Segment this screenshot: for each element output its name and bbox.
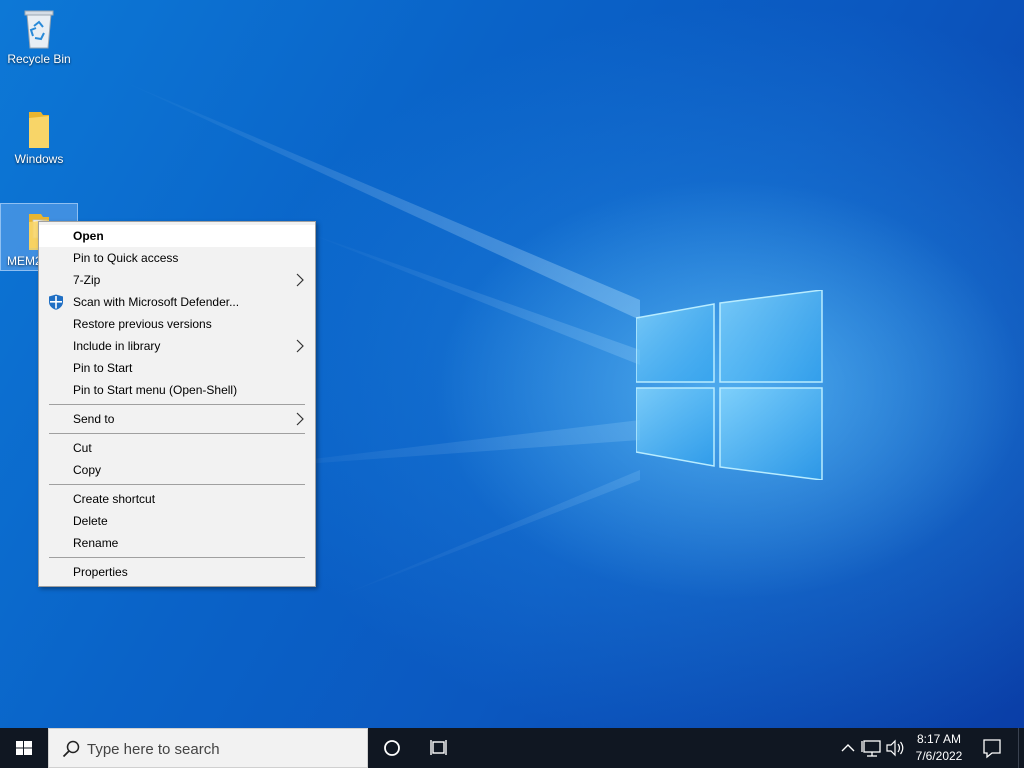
task-view-button[interactable] <box>416 728 462 768</box>
menu-item-label: 7-Zip <box>73 273 101 287</box>
desktop-icon-recycle-bin[interactable]: Recycle Bin <box>1 6 77 66</box>
show-hidden-icons-button[interactable] <box>838 728 858 768</box>
context-menu: Open Pin to Quick access 7-Zip Scan with… <box>38 221 316 587</box>
menu-item-create-shortcut[interactable]: Create shortcut <box>39 488 315 510</box>
network-tray-button[interactable] <box>860 728 884 768</box>
menu-item-label: Rename <box>73 536 119 550</box>
menu-item-copy[interactable]: Copy <box>39 459 315 481</box>
menu-separator <box>49 433 305 434</box>
menu-item-7zip[interactable]: 7-Zip <box>39 269 315 291</box>
chevron-up-icon <box>841 744 855 752</box>
menu-item-label: Cut <box>73 441 92 455</box>
menu-item-label: Pin to Start menu (Open-Shell) <box>73 383 238 397</box>
chevron-right-icon <box>296 273 304 287</box>
show-desktop-button[interactable] <box>1018 728 1024 768</box>
menu-item-label: Restore previous versions <box>73 317 212 331</box>
menu-item-send-to[interactable]: Send to <box>39 408 315 430</box>
menu-item-pin-to-start-open-shell[interactable]: Pin to Start menu (Open-Shell) <box>39 379 315 401</box>
cortana-button[interactable] <box>370 728 416 768</box>
menu-item-label: Scan with Microsoft Defender... <box>73 295 240 309</box>
search-input[interactable] <box>87 737 357 761</box>
menu-item-include-in-library[interactable]: Include in library <box>39 335 315 357</box>
desktop-icon-windows-folder[interactable]: Windows <box>1 106 77 166</box>
menu-item-label: Pin to Quick access <box>73 251 179 265</box>
desktop-icon-label: Recycle Bin <box>7 52 71 66</box>
menu-item-scan-defender[interactable]: Scan with Microsoft Defender... <box>39 291 315 313</box>
menu-item-open[interactable]: Open <box>39 225 315 247</box>
menu-item-restore-previous-versions[interactable]: Restore previous versions <box>39 313 315 335</box>
menu-separator <box>49 404 305 405</box>
taskbar-clock[interactable]: 8:17 AM 7/6/2022 <box>910 728 968 768</box>
chevron-right-icon <box>296 412 304 426</box>
action-center-button[interactable] <box>974 728 1010 768</box>
recycle-bin-icon <box>24 10 54 49</box>
menu-item-label: Copy <box>73 463 102 477</box>
taskbar-search-box[interactable] <box>48 728 368 768</box>
menu-item-label: Include in library <box>73 339 161 353</box>
folder-icon <box>29 112 49 148</box>
desktop[interactable]: Recycle Bin Windows MEM2 Open Pin to Qui… <box>0 0 1024 768</box>
menu-separator <box>49 484 305 485</box>
volume-tray-button[interactable] <box>884 728 906 768</box>
menu-item-label: Open <box>73 229 104 243</box>
menu-item-label: Properties <box>73 565 128 579</box>
menu-item-label: Send to <box>73 412 115 426</box>
cortana-circle-icon <box>384 740 400 756</box>
menu-item-pin-to-start[interactable]: Pin to Start <box>39 357 315 379</box>
speaker-icon <box>886 739 904 757</box>
clock-time: 8:17 AM <box>916 732 962 746</box>
menu-item-label: Delete <box>73 514 108 528</box>
menu-item-rename[interactable]: Rename <box>39 532 315 554</box>
menu-item-properties[interactable]: Properties <box>39 561 315 583</box>
task-view-icon <box>430 740 447 755</box>
chevron-right-icon <box>296 339 304 353</box>
menu-item-label: Pin to Start <box>73 361 133 375</box>
menu-item-pin-to-quick-access[interactable]: Pin to Quick access <box>39 247 315 269</box>
windows-logo-wallpaper-icon <box>636 290 823 480</box>
menu-item-delete[interactable]: Delete <box>39 510 315 532</box>
taskbar: 8:17 AM 7/6/2022 <box>0 728 1024 768</box>
menu-item-cut[interactable]: Cut <box>39 437 315 459</box>
search-icon <box>62 740 80 758</box>
windows-start-icon <box>16 741 32 755</box>
clock-date: 7/6/2022 <box>915 749 963 763</box>
menu-item-label: Create shortcut <box>73 492 156 506</box>
menu-separator <box>49 557 305 558</box>
start-button[interactable] <box>0 728 48 768</box>
defender-shield-icon <box>49 294 63 310</box>
network-icon <box>861 740 881 757</box>
desktop-icon-label: Windows <box>14 152 64 166</box>
notification-icon <box>983 739 1001 759</box>
